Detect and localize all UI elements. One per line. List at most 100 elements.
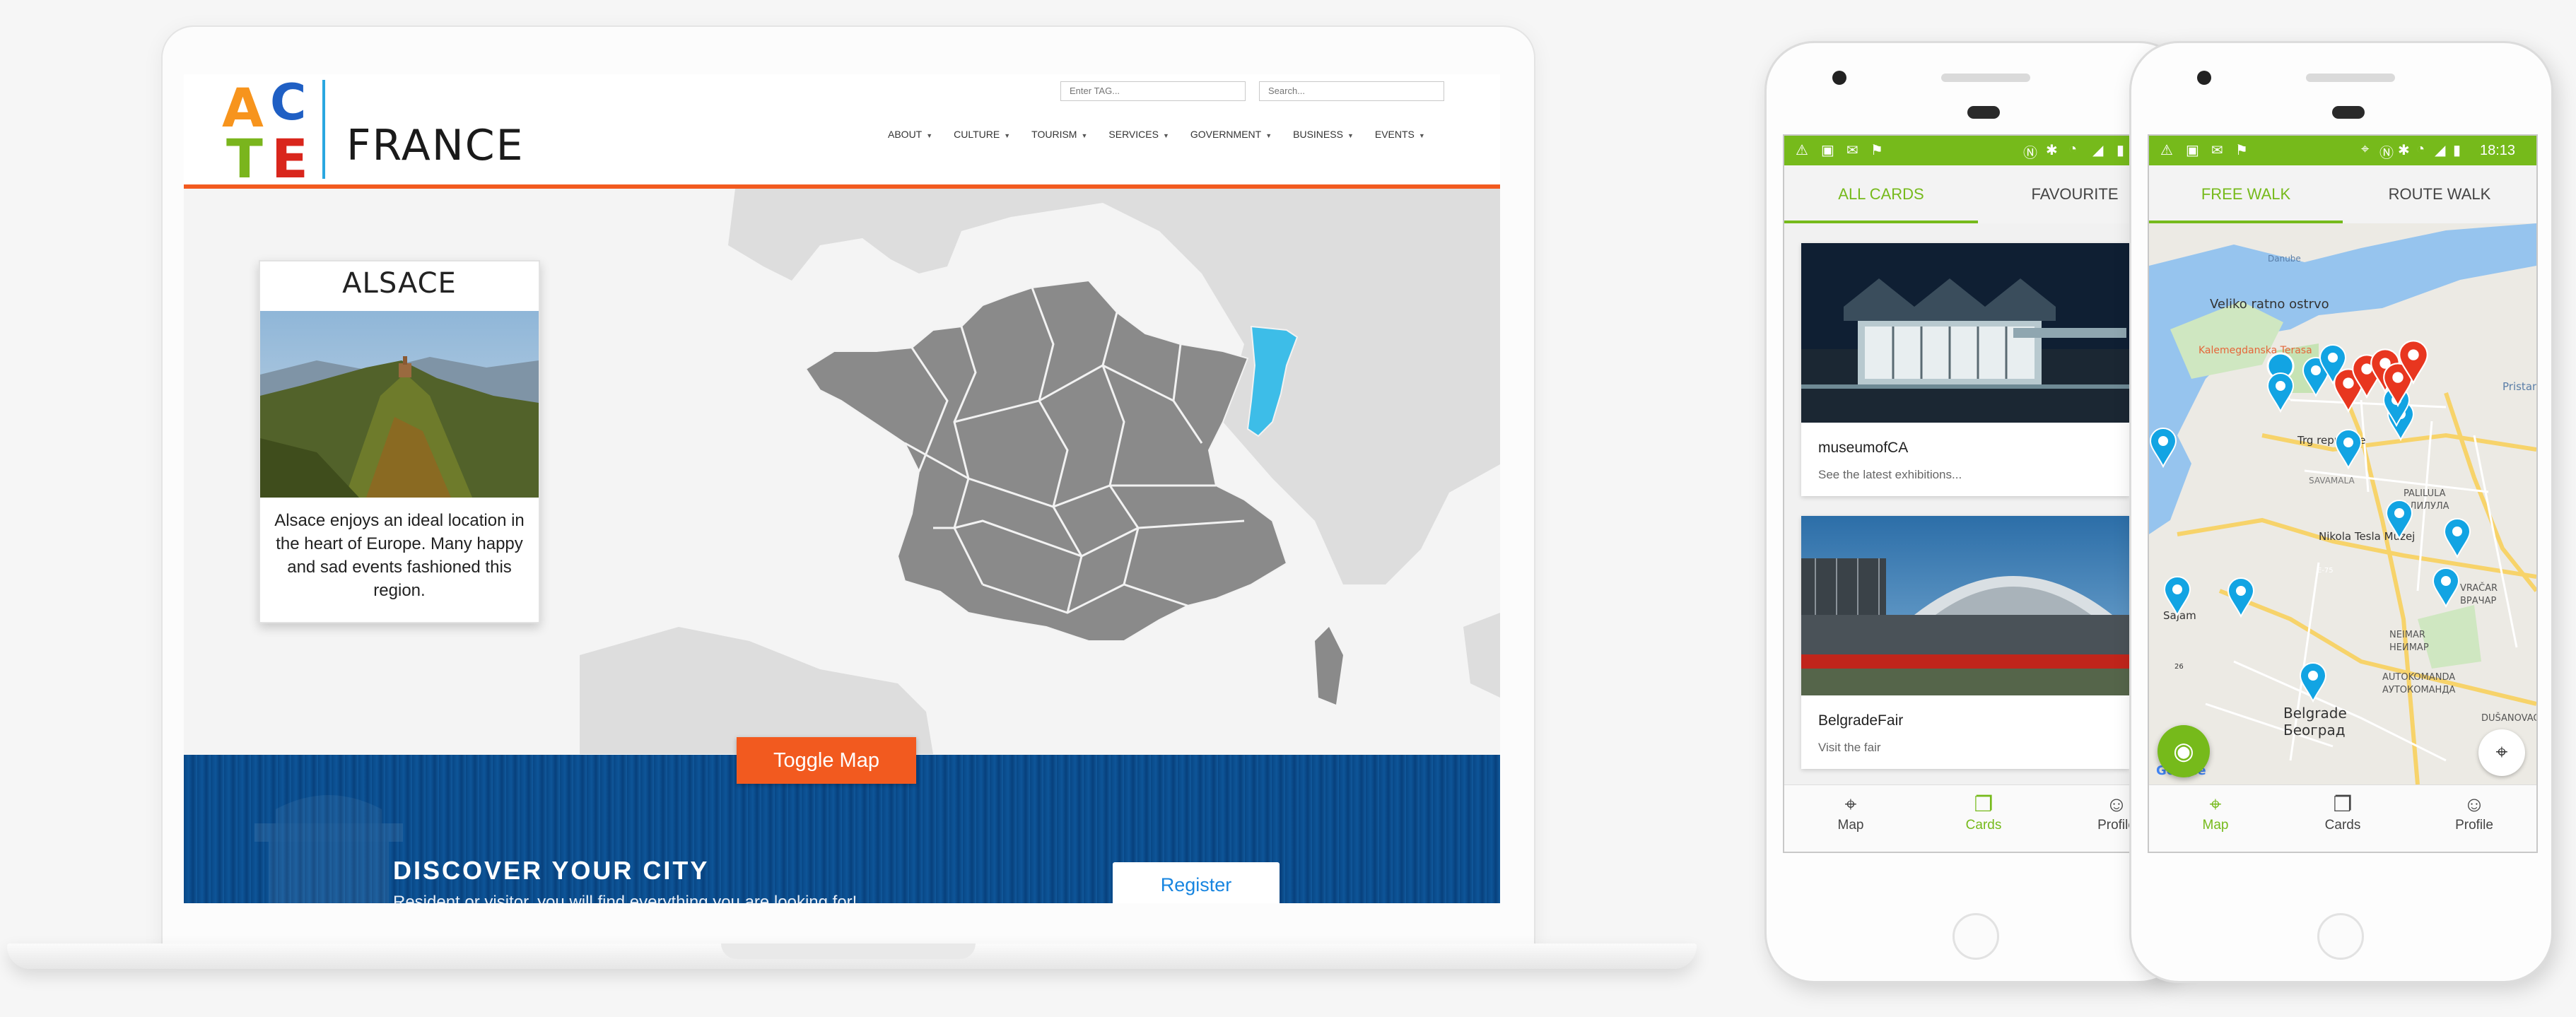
tab-route-walk[interactable]: ROUTE WALK — [2343, 165, 2536, 223]
toggle-map-button[interactable]: Toggle Map — [737, 737, 916, 784]
column-decoration — [254, 795, 403, 903]
register-button[interactable]: Register — [1113, 862, 1280, 903]
nav-item-government[interactable]: GOVERNMENT ▼ — [1190, 129, 1272, 140]
nav-label: TOURISM — [1031, 129, 1077, 140]
home-button[interactable] — [2317, 913, 2364, 960]
spain-land — [580, 627, 933, 754]
nav-map[interactable]: ⌖ Map — [1801, 792, 1900, 833]
nav-label: Map — [1837, 818, 1864, 833]
eye-icon[interactable]: ◉ — [2158, 725, 2210, 777]
map-label: PALILULA — [2404, 488, 2446, 499]
logo-letter-e: E — [271, 127, 308, 184]
map-pin-icon: ⌖ — [1844, 793, 1857, 816]
status-bar: ⚠ ▣ ✉ ⚑ Ⓝ ✱ ◔ ◢ ▮ — [1784, 136, 2172, 165]
map-label: Veliko ratno ostrvo — [2210, 297, 2329, 312]
nav-label: BUSINESS — [1293, 129, 1343, 140]
nav-label: GOVERNMENT — [1190, 129, 1262, 140]
map-marker-blue[interactable] — [2266, 372, 2295, 416]
card-title: museumofCA — [1818, 440, 1909, 456]
brand-name: FRANCE — [346, 121, 525, 170]
nav-label: SERVICES — [1108, 129, 1159, 140]
map-marker-blue[interactable] — [2385, 499, 2413, 543]
cards-icon: ❐ — [2333, 793, 2353, 816]
signal-icon: ◢ — [2435, 143, 2446, 158]
cards-icon: ❐ — [1974, 793, 1994, 816]
nav-cards[interactable]: ❐ Cards — [1934, 792, 2033, 833]
status-time: 18:13 — [2480, 143, 2516, 158]
nfc-icon: Ⓝ — [2379, 146, 2394, 161]
acte-logo[interactable]: A C T E — [216, 78, 322, 184]
status-bar: ⚠ ▣ ✉ ⚑ ⌖ Ⓝ ✱ ◔ ◢ ▮ 18:13 — [2149, 136, 2536, 165]
phone-cards-screen: ⚠ ▣ ✉ ⚑ Ⓝ ✱ ◔ ◢ ▮ ALL CARDS FAVOURITE mu… — [1783, 134, 2173, 853]
map-marker-blue[interactable] — [2227, 577, 2255, 621]
search-input[interactable] — [1259, 81, 1444, 101]
city-map[interactable]: Veliko ratno ostrvo Danube Kalemegdanska… — [2149, 223, 2536, 784]
park-area — [2418, 605, 2481, 669]
logo-letter-c: C — [270, 78, 306, 131]
laptop-notch — [721, 943, 976, 959]
card-subtitle: Visit the fair — [1818, 741, 1881, 754]
nav-item-events[interactable]: EVENTS ▼ — [1375, 129, 1425, 140]
front-camera — [2197, 71, 2211, 85]
card-image-museum — [1801, 243, 2129, 423]
region-card-photo — [260, 311, 539, 498]
proximity-sensor — [2332, 106, 2365, 119]
nav-label: Map — [2202, 818, 2229, 833]
chevron-down-icon: ▼ — [1418, 132, 1425, 139]
signal-icon: ◢ — [2092, 143, 2104, 158]
nav-item-services[interactable]: SERVICES ▼ — [1108, 129, 1169, 140]
logo-divider — [322, 80, 325, 179]
map-label: VRAČAR — [2460, 582, 2498, 594]
nav-item-business[interactable]: BUSINESS ▼ — [1293, 129, 1354, 140]
map-marker-blue[interactable] — [2443, 517, 2471, 562]
flag-icon: ⚑ — [1870, 143, 1883, 158]
website-screen: A C T E FRANCE ABOUT▼ CULTURE▼ TOURISM▼ … — [184, 74, 1500, 903]
banner-title: DISCOVER YOUR CITY — [393, 856, 710, 885]
image-icon: ▣ — [2186, 143, 2199, 158]
map-marker-blue[interactable] — [2149, 427, 2177, 471]
card-item[interactable]: museumofCA See the latest exhibitions... — [1801, 243, 2129, 496]
nav-map[interactable]: ⌖ Map — [2166, 792, 2265, 833]
earpiece-speaker — [2306, 74, 2395, 82]
map-label: Danube — [2268, 254, 2301, 264]
home-button[interactable] — [1953, 913, 1999, 960]
nav-label: CULTURE — [954, 129, 1000, 140]
nav-profile[interactable]: ☺ Profile — [2425, 792, 2524, 833]
nav-item-culture[interactable]: CULTURE ▼ — [954, 129, 1010, 140]
tab-all-cards[interactable]: ALL CARDS — [1784, 165, 1978, 223]
map-marker-blue[interactable] — [2334, 428, 2363, 473]
map-label: Pristan — [2502, 380, 2536, 393]
wifi-icon: ◔ — [2416, 141, 2425, 157]
corsica-region[interactable] — [1315, 627, 1343, 705]
nav-label: EVENTS — [1374, 129, 1415, 140]
map-pin-icon: ⌖ — [2209, 793, 2222, 816]
main-nav: ABOUT ▼ CULTURE ▼ TOURISM ▼ SERVICES ▼ GOVER… — [888, 129, 1425, 140]
region-card-description: Alsace enjoys an ideal location in the h… — [274, 511, 525, 600]
site-header: A C T E FRANCE ABOUT▼ CULTURE▼ TOURISM▼ … — [184, 74, 1500, 186]
phone-map-screen: ⚠ ▣ ✉ ⚑ ⌖ Ⓝ ✱ ◔ ◢ ▮ 18:13 FREE WALK ROUT… — [2148, 134, 2538, 853]
map-marker-blue[interactable] — [2163, 575, 2191, 620]
bottom-nav: ⌖ Map ❐ Cards ☺ Profile — [2149, 784, 2536, 852]
card-image-fair — [1801, 516, 2129, 695]
mute-icon: ✱ — [2398, 143, 2410, 158]
map-marker-red[interactable] — [2398, 339, 2429, 388]
image-icon: ▣ — [1821, 143, 1834, 158]
region-info-card[interactable]: ALSACE Alsace enjoys an ideal location i… — [259, 260, 540, 623]
map-marker-blue[interactable] — [2299, 662, 2327, 706]
map-label: DUŠANOVAC — [2481, 712, 2536, 724]
map-marker-blue[interactable] — [2432, 567, 2460, 611]
bottom-nav: ⌖ Map ❐ Cards ☺ Profile — [1784, 784, 2172, 852]
card-item[interactable]: BelgradeFair Visit the fair — [1801, 516, 2129, 769]
map-label: Београд — [2283, 722, 2346, 739]
nav-item-about[interactable]: ABOUT ▼ — [888, 129, 932, 140]
my-location-icon[interactable]: ⌖ — [2478, 729, 2525, 776]
france-mainland[interactable] — [804, 279, 1288, 642]
earpiece-speaker — [1941, 74, 2030, 82]
chevron-down-icon: ▼ — [1004, 132, 1011, 139]
battery-icon: ▮ — [2117, 143, 2125, 158]
tab-free-walk[interactable]: FREE WALK — [2149, 165, 2343, 223]
tag-input[interactable] — [1060, 81, 1246, 101]
nav-cards[interactable]: ❐ Cards — [2293, 792, 2392, 833]
nav-item-tourism[interactable]: TOURISM ▼ — [1031, 129, 1087, 140]
map-label: AUTOKOMANDA — [2382, 672, 2455, 683]
